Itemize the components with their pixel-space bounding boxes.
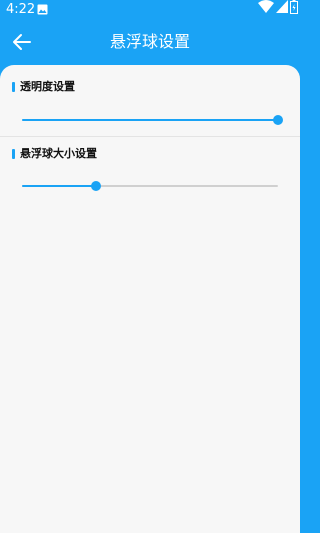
opacity-slider[interactable] — [22, 114, 283, 126]
divider — [0, 136, 300, 137]
slider-thumb[interactable] — [91, 181, 102, 191]
size-label: 悬浮球大小设置 — [20, 147, 97, 160]
section-accent-bar — [12, 149, 15, 159]
slider-fill — [22, 119, 278, 121]
section-accent-bar — [12, 82, 15, 92]
opacity-label: 透明度设置 — [20, 80, 75, 93]
status-time: 4:22 — [6, 2, 36, 17]
battery-icon — [290, 0, 298, 14]
size-slider[interactable] — [22, 180, 278, 192]
wifi-icon — [258, 0, 274, 13]
gallery-icon — [37, 4, 48, 15]
app-bar: 悬浮球设置 — [0, 20, 300, 65]
settings-panel: 透明度设置 悬浮球大小设置 — [0, 65, 300, 533]
status-bar: 4:22 — [0, 0, 300, 20]
slider-fill — [22, 185, 97, 187]
slider-thumb[interactable] — [273, 115, 283, 125]
signal-icon — [276, 0, 288, 13]
page-title: 悬浮球设置 — [109, 32, 190, 51]
